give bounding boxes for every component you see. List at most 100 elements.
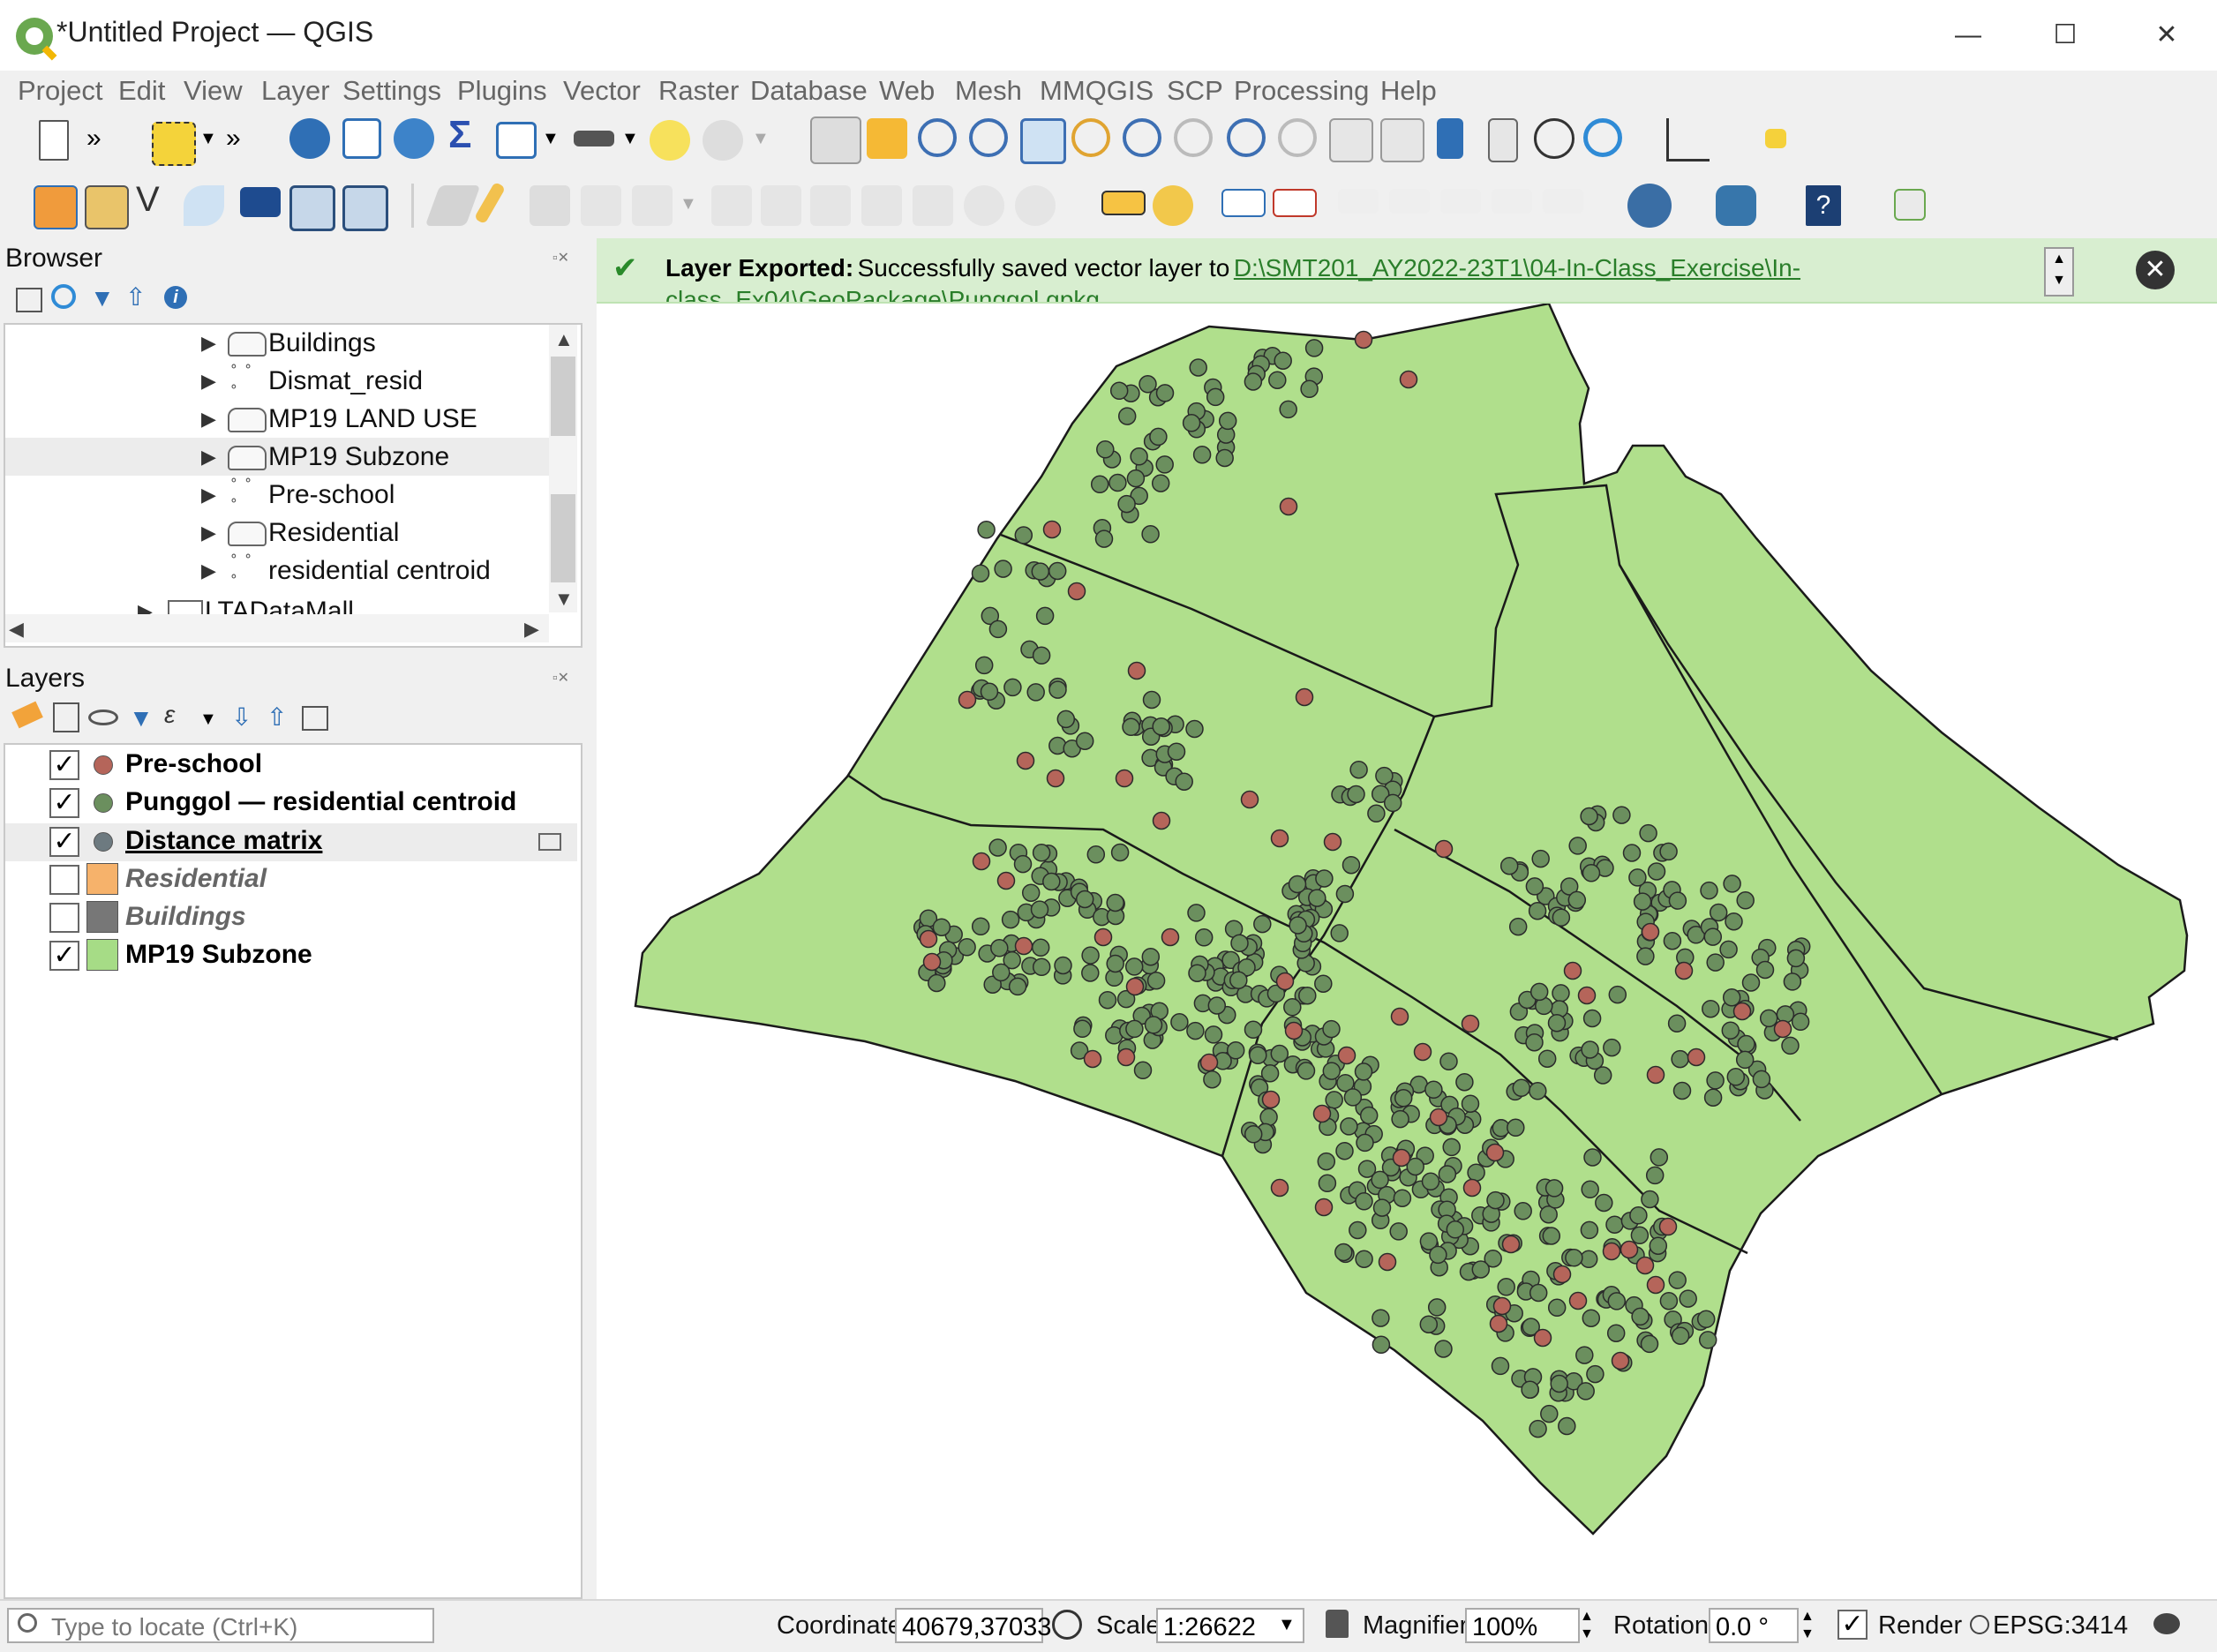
layer-checkbox-residential-centroid[interactable]: ✓ xyxy=(49,788,79,818)
locate-input[interactable]: Type to locate (Ctrl+K) xyxy=(7,1608,434,1643)
more-tools-icon[interactable]: » xyxy=(86,124,101,154)
menu-raster[interactable]: Raster xyxy=(658,71,739,111)
browser-item-pre-school[interactable]: Pre-school xyxy=(268,480,395,510)
layer-checkbox-distance-matrix[interactable]: ✓ xyxy=(49,827,79,857)
scroll-up-icon[interactable]: ▲ xyxy=(554,328,574,351)
layer-checkbox-residential[interactable] xyxy=(49,865,79,895)
plugin-icon[interactable] xyxy=(1765,129,1786,148)
layer-mp19-subzone[interactable]: MP19 Subzone xyxy=(125,940,312,970)
chevron-down-icon[interactable]: ▼ xyxy=(199,129,217,149)
add-mesh-icon[interactable] xyxy=(289,185,335,231)
add-virtual-layer-icon[interactable] xyxy=(342,185,388,231)
refresh-icon[interactable] xyxy=(1583,118,1622,157)
attribute-table-icon[interactable] xyxy=(342,118,381,159)
layer-checkbox-pre-school[interactable]: ✓ xyxy=(49,750,79,780)
pin-labels-icon[interactable] xyxy=(1221,189,1266,217)
render-checkbox[interactable]: ✓ xyxy=(1837,1610,1868,1640)
chevron-down-icon[interactable]: ▼ xyxy=(199,710,217,730)
menu-help[interactable]: Help xyxy=(1380,71,1437,111)
menu-mesh[interactable]: Mesh xyxy=(955,71,1022,111)
expand-arrow-icon[interactable]: ▶ xyxy=(201,332,216,355)
close-message-icon[interactable]: ✕ xyxy=(2136,251,2175,289)
memory-layer-icon[interactable] xyxy=(538,833,561,851)
filter-icon[interactable]: ▼ xyxy=(90,284,115,312)
show-bookmarks-icon[interactable] xyxy=(1488,118,1518,162)
browser-item-mp19-land-use[interactable]: MP19 LAND USE xyxy=(268,404,477,434)
expand-arrow-icon[interactable]: ▶ xyxy=(201,446,216,469)
identify-features-icon[interactable] xyxy=(289,118,330,159)
select-features-icon[interactable] xyxy=(152,122,196,166)
zoom-out-icon[interactable] xyxy=(969,118,1008,157)
scroll-down-icon[interactable]: ▼ xyxy=(554,588,574,611)
add-selected-icon[interactable] xyxy=(16,288,42,312)
rotation-spinner-icon[interactable]: ▲ ▼ xyxy=(1800,1608,1815,1643)
data-source-manager-icon[interactable] xyxy=(34,185,78,229)
maximize-button[interactable]: ☐ xyxy=(2012,9,2118,62)
menu-scp[interactable]: SCP xyxy=(1167,71,1223,111)
style-brush-icon[interactable] xyxy=(11,701,43,729)
menu-layer[interactable]: Layer xyxy=(261,71,330,111)
new-project-icon[interactable] xyxy=(39,120,69,161)
chevron-down-icon[interactable]: ▼ xyxy=(542,129,560,149)
layer-checkbox-buildings[interactable] xyxy=(49,903,79,933)
label-abc-icon[interactable] xyxy=(1101,191,1146,215)
map-svg[interactable] xyxy=(597,304,2217,1599)
clock-icon[interactable] xyxy=(1534,118,1574,159)
message-link[interactable]: D:\SMT201_AY2022-23T1\04-In-Class_Exerci… xyxy=(1234,254,1800,282)
digitize-icon[interactable] xyxy=(184,185,224,226)
new-3d-map-icon[interactable] xyxy=(1380,118,1424,162)
layer-residential-centroid[interactable]: Punggol — residential centroid xyxy=(125,787,516,817)
sigma-icon[interactable]: Σ xyxy=(448,113,471,157)
plugin-update-icon[interactable] xyxy=(1894,189,1926,221)
zoom-full-icon[interactable] xyxy=(1020,118,1066,164)
chevron-down-icon[interactable]: ▼ xyxy=(1278,1615,1296,1635)
new-bookmark-icon[interactable] xyxy=(1437,118,1463,159)
close-button[interactable]: ✕ xyxy=(2114,9,2217,62)
layer-buildings[interactable]: Buildings xyxy=(125,902,246,932)
scrollbar-thumb[interactable] xyxy=(551,357,575,436)
more-tools-icon[interactable]: » xyxy=(226,124,241,154)
collapse-all-icon[interactable]: ⇧ xyxy=(267,702,287,732)
expand-arrow-icon[interactable]: ▶ xyxy=(201,484,216,507)
expand-all-icon[interactable]: ⇩ xyxy=(231,702,252,732)
browser-item-mp19-subzone[interactable]: MP19 Subzone xyxy=(268,442,449,472)
add-raster-icon[interactable] xyxy=(240,187,281,217)
add-group-icon[interactable] xyxy=(53,702,79,732)
horizontal-scrollbar[interactable] xyxy=(5,614,549,642)
coordinate-toggle-icon[interactable] xyxy=(1052,1610,1082,1640)
pan-to-selection-icon[interactable] xyxy=(867,118,907,159)
expand-arrow-icon[interactable]: ▶ xyxy=(201,522,216,544)
zoom-to-selection-icon[interactable] xyxy=(1071,118,1110,157)
message-link-cont[interactable]: class_Ex04\GeoPackage\Punggol.gpkg xyxy=(665,286,1100,302)
menu-project[interactable]: Project xyxy=(18,71,102,111)
scrollbar-thumb-lower[interactable] xyxy=(551,494,575,582)
globe-icon[interactable] xyxy=(1627,184,1672,228)
menu-web[interactable]: Web xyxy=(879,71,935,111)
zoom-to-layer-icon[interactable] xyxy=(1123,118,1161,157)
expand-arrow-icon[interactable]: ▶ xyxy=(201,408,216,431)
map-tips-icon[interactable] xyxy=(650,120,690,161)
help-icon[interactable]: ? xyxy=(1806,185,1841,226)
magnifier-field[interactable]: 100% xyxy=(1465,1608,1580,1643)
highlight-labels-icon[interactable] xyxy=(1273,189,1317,217)
expand-arrow-icon[interactable]: ▶ xyxy=(201,370,216,393)
new-map-view-icon[interactable] xyxy=(1329,118,1373,162)
menu-plugins[interactable]: Plugins xyxy=(457,71,547,111)
pan-map-icon[interactable] xyxy=(810,116,861,164)
new-geopackage-layer-icon[interactable] xyxy=(85,185,129,229)
table-icon[interactable] xyxy=(496,122,537,159)
menu-edit[interactable]: Edit xyxy=(118,71,165,111)
menu-settings[interactable]: Settings xyxy=(342,71,441,111)
layer-pre-school[interactable]: Pre-school xyxy=(125,749,262,779)
gear-icon[interactable] xyxy=(394,118,434,159)
expression-filter-icon[interactable]: ε xyxy=(164,701,175,729)
browser-item-buildings[interactable]: Buildings xyxy=(268,328,376,358)
chevron-down-icon[interactable]: ▼ xyxy=(621,129,639,149)
layer-checkbox-mp19-subzone[interactable]: ✓ xyxy=(49,941,79,971)
panel-float-icon[interactable]: ▫✕ xyxy=(552,669,569,687)
diagram-icon[interactable] xyxy=(1153,185,1193,226)
layer-residential[interactable]: Residential xyxy=(125,864,267,894)
rotation-field[interactable]: 0.0 ° xyxy=(1709,1608,1799,1643)
zoom-in-icon[interactable] xyxy=(918,118,957,157)
zoom-last-icon[interactable] xyxy=(1227,118,1266,157)
